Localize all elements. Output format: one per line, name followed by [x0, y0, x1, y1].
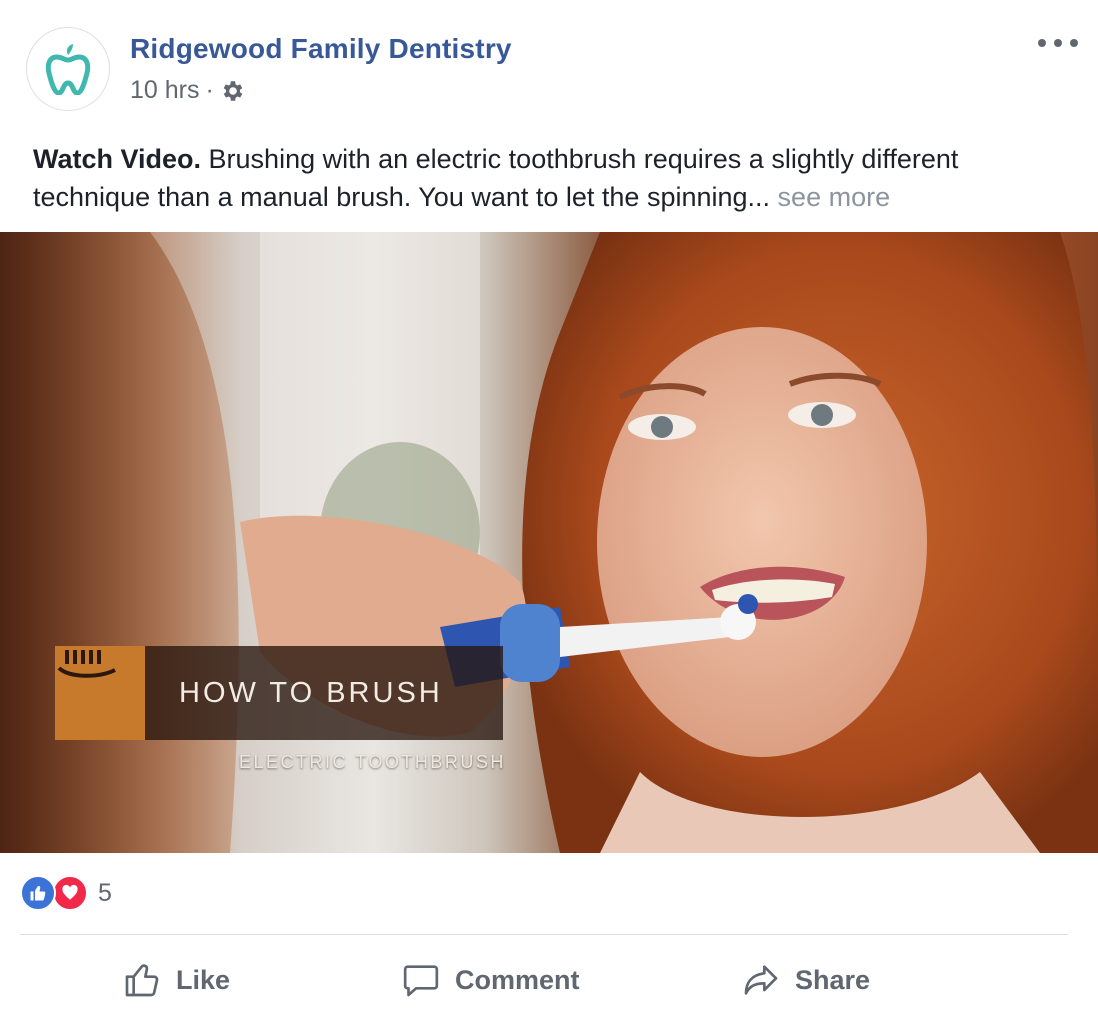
post-card: Ridgewood Family Dentistry 10 hrs · Watc… — [0, 0, 1098, 1024]
comment-label: Comment — [455, 964, 580, 995]
gear-icon[interactable] — [220, 78, 246, 104]
page-avatar[interactable] — [26, 27, 110, 111]
page-name-link[interactable]: Ridgewood Family Dentistry — [130, 33, 512, 65]
comment-bubble-icon — [403, 965, 439, 997]
post-text: Watch Video. Brushing with an electric t… — [33, 140, 1073, 216]
share-arrow-icon — [744, 965, 778, 995]
post-timestamp[interactable]: 10 hrs — [130, 76, 199, 105]
video-title-card: HOW TO BRUSH — [55, 646, 503, 740]
reactions-summary[interactable]: 5 — [20, 875, 112, 911]
tooth-apple-logo-icon — [45, 44, 91, 95]
video-subtitle: ELECTRIC TOOTHBRUSH — [239, 752, 506, 772]
actions-divider — [20, 934, 1068, 935]
more-dot — [1070, 39, 1078, 47]
more-dot — [1054, 39, 1062, 47]
video-frame-illustration — [0, 232, 1098, 853]
share-label: Share — [795, 964, 871, 995]
thumbs-up-icon — [125, 964, 159, 997]
like-button[interactable]: Like — [122, 945, 230, 1015]
love-icon — [52, 875, 88, 911]
more-options-button[interactable] — [1038, 28, 1078, 58]
post-actions-bar: Like Comment Share — [0, 945, 1098, 1015]
like-label: Like — [176, 964, 231, 995]
video-player[interactable]: HOW TO BRUSH ELECTRIC TOOTHBRUSH — [0, 232, 1098, 853]
like-icon — [20, 875, 56, 911]
more-dot — [1038, 39, 1046, 47]
reaction-count: 5 — [98, 878, 112, 907]
video-title: HOW TO BRUSH — [145, 646, 503, 740]
meta-separator: · — [205, 76, 214, 104]
toothbrush-icon — [55, 646, 145, 740]
post-meta: 10 hrs · — [130, 76, 246, 105]
comment-button[interactable]: Comment — [401, 945, 580, 1015]
see-more-link[interactable]: see more — [778, 182, 891, 212]
share-button[interactable]: Share — [741, 945, 870, 1015]
post-text-bold: Watch Video. — [33, 144, 202, 174]
